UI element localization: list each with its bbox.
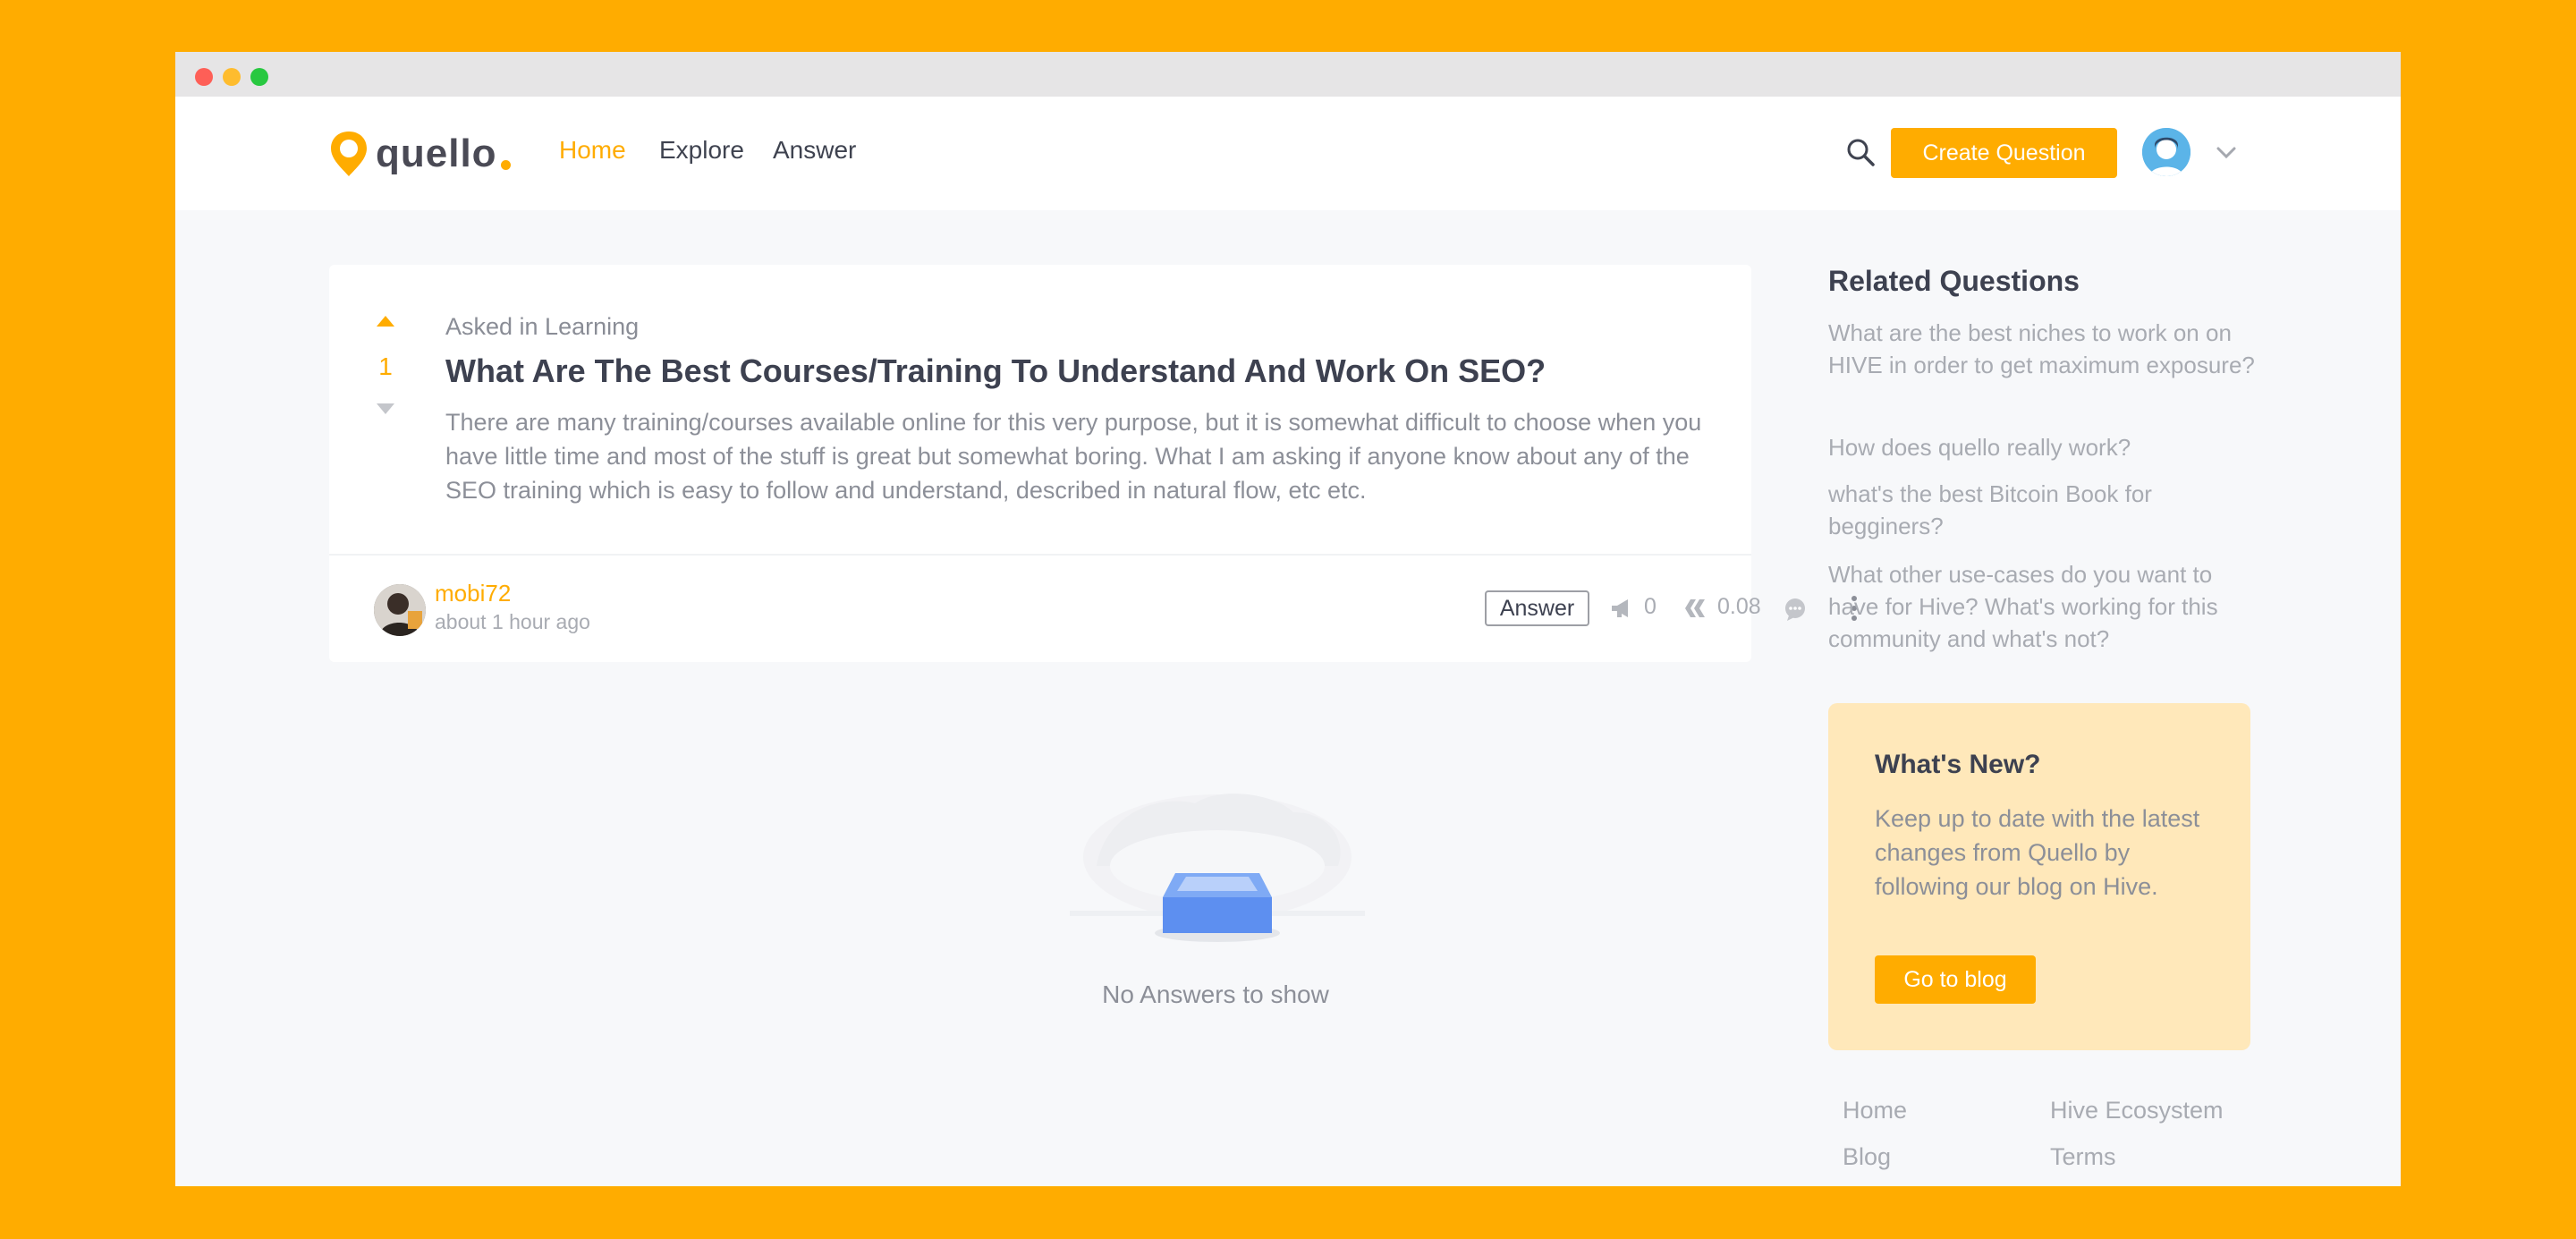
footer-link-home[interactable]: Home — [1843, 1097, 1907, 1124]
related-question-link[interactable]: what's the best Bitcoin Book for beggine… — [1828, 478, 2258, 542]
user-avatar-icon — [2142, 128, 2190, 176]
hive-icon[interactable] — [1683, 598, 1708, 619]
chevron-down-icon[interactable] — [2215, 143, 2238, 161]
downvote-icon[interactable] — [376, 403, 395, 415]
footer-link-blog[interactable]: Blog — [1843, 1143, 1891, 1171]
logo-pin-icon — [331, 132, 367, 176]
author-name[interactable]: mobi72 — [435, 580, 511, 607]
empty-answers-text: No Answers to show — [1102, 980, 1329, 1008]
empty-inbox-icon — [1070, 793, 1365, 942]
author-avatar[interactable] — [374, 584, 426, 636]
question-title[interactable]: What Are The Best Courses/Training To Un… — [445, 352, 1546, 390]
answer-button[interactable]: Answer — [1485, 590, 1589, 626]
nav-answer[interactable]: Answer — [773, 136, 856, 165]
whats-new-title: What's New? — [1875, 750, 2041, 779]
whats-new-card: What's New? Keep up to date with the lat… — [1828, 703, 2250, 1050]
payout-value: 0.08 — [1717, 594, 1761, 619]
question-category[interactable]: Asked in Learning — [445, 313, 639, 341]
comment-icon[interactable] — [1784, 598, 1807, 621]
whats-new-body: Keep up to date with the latest changes … — [1875, 805, 2200, 900]
vote-count: 1 — [378, 352, 393, 380]
related-question-link[interactable]: What are the best niches to work on on H… — [1828, 317, 2258, 381]
author-avatar-icon — [374, 584, 426, 636]
card-divider — [329, 554, 1751, 556]
go-to-blog-button[interactable]: Go to blog — [1875, 955, 2036, 1004]
nav-explore[interactable]: Explore — [659, 136, 744, 165]
megaphone-icon[interactable] — [1610, 598, 1633, 619]
upvote-icon[interactable] — [376, 315, 395, 327]
question-card: 1 Asked in Learning What Are The Best Co… — [329, 265, 1857, 662]
nav-home[interactable]: Home — [559, 136, 626, 165]
logo-dot — [500, 159, 511, 170]
related-question-link[interactable]: How does quello really work? — [1828, 431, 2258, 463]
question-body: There are many training/courses availabl… — [445, 409, 1702, 504]
footer-link-terms[interactable]: Terms — [2050, 1143, 2116, 1171]
footer-link-hive-ecosystem[interactable]: Hive Ecosystem — [2050, 1097, 2224, 1124]
top-navbar: quello Home Explore Answer Create Questi… — [175, 97, 2401, 210]
related-questions-title: Related Questions — [1828, 265, 2080, 297]
window-titlebar — [175, 52, 2401, 97]
minimize-window-button[interactable] — [223, 68, 241, 86]
user-avatar[interactable] — [2142, 128, 2190, 176]
quello-logo[interactable]: quello — [329, 127, 511, 181]
post-time: about 1 hour ago — [435, 610, 590, 633]
reblog-count: 0 — [1644, 594, 1657, 619]
close-window-button[interactable] — [195, 68, 213, 86]
maximize-window-button[interactable] — [250, 68, 268, 86]
create-question-button[interactable]: Create Question — [1891, 128, 2117, 178]
browser-window: quello Home Explore Answer Create Questi… — [175, 52, 2401, 1186]
related-question-link[interactable]: What other use-cases do you want to have… — [1828, 558, 2258, 655]
logo-wordmark: quello — [376, 132, 497, 175]
search-icon[interactable] — [1845, 137, 1876, 167]
